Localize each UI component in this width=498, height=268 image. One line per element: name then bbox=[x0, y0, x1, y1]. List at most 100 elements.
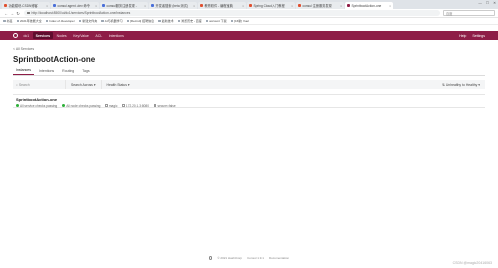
window-controls: — ☐ ✕ bbox=[478, 1, 496, 5]
bookmark-icon bbox=[205, 19, 209, 23]
sort-dropdown[interactable]: ⇅ Unhealthy to Healthy ▾ bbox=[437, 80, 485, 89]
browser-tab-label: 开发者搜索 (beta 测试) bbox=[155, 4, 188, 8]
tab-close-icon[interactable]: × bbox=[389, 4, 391, 8]
search-across-dropdown[interactable]: Search Across ▾ bbox=[65, 80, 101, 89]
tab-close-icon[interactable]: × bbox=[95, 4, 97, 8]
instance-row[interactable]: SprintbootAction-one All service checks … bbox=[13, 94, 485, 108]
browser-tab[interactable]: SprintbootAction-one × bbox=[345, 2, 393, 9]
bookmark-icon bbox=[101, 19, 104, 23]
bookmark-item[interactable]: 2021年技能大全 bbox=[16, 19, 42, 23]
bookmark-label: AI与机器学习 bbox=[104, 19, 123, 23]
tab-favicon-icon bbox=[4, 4, 7, 7]
breadcrumb-all-services[interactable]: < All Services bbox=[13, 47, 34, 51]
bookmark-label: 最新技术 bbox=[161, 19, 174, 23]
footer-docs-link[interactable]: Documentation bbox=[269, 256, 289, 260]
tab-instances[interactable]: Instances bbox=[13, 68, 34, 75]
nav-help[interactable]: Help bbox=[459, 34, 466, 38]
nav-settings[interactable]: Settings bbox=[472, 34, 485, 38]
bookmark-label: Index of /developer bbox=[49, 19, 75, 23]
instance-search-input[interactable]: ⌕ Search bbox=[13, 80, 65, 89]
address-text: 172.20.1.3:8080 bbox=[125, 103, 149, 108]
bookmark-icon bbox=[126, 19, 130, 23]
tab-favicon-icon bbox=[200, 4, 203, 7]
page-title: SprintbootAction-one bbox=[13, 55, 96, 64]
bookmark-item[interactable]: account 下载 bbox=[205, 19, 227, 23]
maximize-icon[interactable]: ☐ bbox=[486, 1, 489, 5]
close-icon[interactable]: ✕ bbox=[493, 1, 496, 5]
bookmark-item[interactable]: Index of /developer bbox=[45, 19, 75, 23]
bookmark-label: 2021年技能大全 bbox=[20, 19, 42, 23]
browser-tab[interactable]: 开发者搜索 (beta 测试) × bbox=[149, 2, 197, 9]
browser-tab-label: consul 注册服务发现 bbox=[302, 4, 332, 8]
tab-close-icon[interactable]: × bbox=[144, 4, 146, 8]
footer: © 2021 HashiCorp Consul 1.9.1 Documentat… bbox=[0, 256, 498, 260]
tab-intentions[interactable]: Intentions bbox=[36, 69, 57, 75]
node-checks: All node checks passing bbox=[62, 104, 100, 108]
tab-close-icon[interactable]: × bbox=[291, 4, 293, 8]
tab-favicon-icon bbox=[151, 4, 154, 7]
browser-search-box[interactable]: 百度 bbox=[443, 10, 495, 16]
consul-logo-icon[interactable] bbox=[13, 33, 18, 38]
tag-icon bbox=[153, 104, 157, 107]
bookmark-item[interactable]: [Recruit] 招聘信息 bbox=[126, 19, 154, 23]
bookmark-icon bbox=[177, 19, 181, 23]
browser-tab[interactable]: consul agent -dev 命令 × bbox=[51, 2, 99, 9]
instance-tag: secure=false bbox=[153, 104, 176, 108]
search-across-label: Search Across bbox=[71, 82, 93, 87]
tab-routing[interactable]: Routing bbox=[59, 69, 77, 75]
browser-tab[interactable]: Spring Cloud入门教程 × bbox=[247, 2, 295, 9]
bookmark-icon bbox=[78, 19, 82, 23]
bookmark-item[interactable]: 书签 bbox=[3, 19, 13, 23]
tab-close-icon[interactable]: × bbox=[46, 4, 48, 8]
tab-close-icon[interactable]: × bbox=[340, 4, 342, 8]
browser-tab[interactable]: consul服务注册发现 - × bbox=[100, 2, 148, 9]
chevron-down-icon: ▾ bbox=[478, 82, 480, 87]
bookmark-item[interactable]: 浏览历史 - 百度 bbox=[177, 19, 202, 23]
address-bar: ← → ↻ http://localhost:8500/ui/dc1/servi… bbox=[0, 9, 498, 18]
check-passing-icon bbox=[16, 104, 19, 107]
health-status-label: Health Status bbox=[106, 82, 127, 87]
nav-intentions[interactable]: Intentions bbox=[106, 32, 126, 39]
minimize-icon[interactable]: — bbox=[478, 1, 482, 5]
tab-close-icon[interactable]: × bbox=[242, 4, 244, 8]
browser-tab[interactable]: 教育软件 - 编程宝典 × bbox=[198, 2, 246, 9]
footer-version: Consul 1.9.1 bbox=[247, 256, 264, 260]
nav-datacenter[interactable]: dc1 bbox=[21, 32, 32, 39]
bookmark-label: 新建文件夹 bbox=[82, 19, 98, 23]
browser-tab[interactable]: 功能模块-CSDN博客 × bbox=[2, 2, 50, 9]
bookmark-label: account 下载 bbox=[209, 19, 227, 23]
hashicorp-logo-icon bbox=[208, 256, 213, 260]
instance-node: magic bbox=[105, 104, 117, 108]
address-icon bbox=[122, 104, 125, 107]
bookmark-item[interactable]: 新建文件夹 bbox=[78, 19, 98, 23]
chevron-down-icon: ▾ bbox=[93, 82, 96, 87]
instance-address: 172.20.1.3:8080 bbox=[122, 104, 149, 108]
bookmark-item[interactable]: AI与机器学习 bbox=[101, 19, 123, 23]
nav-acl[interactable]: ACL bbox=[93, 32, 105, 39]
browser-tab-label: 教育软件 - 编程宝典 bbox=[204, 4, 233, 8]
tab-favicon-icon bbox=[298, 4, 301, 7]
bookmark-item[interactable]: 最新技术 bbox=[158, 19, 174, 23]
url-field[interactable]: http://localhost:8500/ui/dc1/services/Sp… bbox=[24, 10, 440, 16]
browser-tab-label: consul agent -dev 命令 bbox=[57, 4, 90, 8]
tab-favicon-icon bbox=[347, 4, 350, 7]
nav-key-value[interactable]: Key/Value bbox=[71, 32, 92, 39]
browser-tab-label: SprintbootAction-one bbox=[351, 3, 382, 8]
tab-favicon-icon bbox=[102, 4, 105, 7]
check-passing-icon bbox=[62, 104, 66, 107]
instance-name[interactable]: SprintbootAction-one bbox=[16, 97, 482, 102]
tab-close-icon[interactable]: × bbox=[193, 4, 195, 8]
health-status-dropdown[interactable]: Health Status ▾ bbox=[100, 80, 135, 89]
footer-copyright: © 2021 HashiCorp bbox=[217, 256, 243, 260]
tab-tags[interactable]: Tags bbox=[79, 69, 92, 75]
bookmark-icon bbox=[3, 19, 6, 23]
browser-tab[interactable]: consul 注册服务发现 × bbox=[296, 2, 344, 9]
url-text: http://localhost:8500/ui/dc1/services/Sp… bbox=[31, 11, 131, 15]
service-checks: All service checks passing bbox=[16, 104, 57, 108]
browser-tab-label: consul服务注册发现 - bbox=[106, 4, 137, 8]
nav-services[interactable]: Services bbox=[33, 32, 53, 39]
reload-icon[interactable]: ↻ bbox=[15, 11, 21, 16]
bookmark-item[interactable]: [16新] Vuel bbox=[230, 19, 249, 23]
browser-tab-label: 功能模块-CSDN博客 bbox=[8, 4, 38, 8]
nav-nodes[interactable]: Nodes bbox=[54, 32, 69, 39]
